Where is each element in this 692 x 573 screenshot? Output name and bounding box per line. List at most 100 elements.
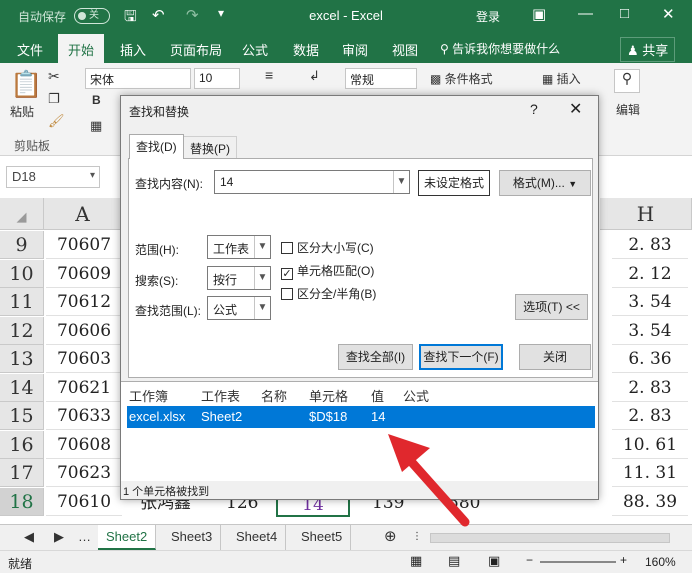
cell-h[interactable]: 6. 36 — [612, 345, 688, 373]
undo-icon[interactable]: ↶ — [152, 6, 165, 24]
row-header[interactable]: 11 — [0, 288, 44, 316]
row-header[interactable]: 16 — [0, 431, 44, 459]
result-header-cell[interactable]: 单元格 — [309, 386, 348, 405]
tab-page-layout[interactable]: 页面布局 — [170, 40, 222, 59]
look-in-select[interactable]: 公式 ▼ — [207, 296, 271, 320]
font-name-select[interactable]: 宋体 — [85, 68, 191, 89]
format-painter-icon[interactable]: 🖌 — [48, 113, 65, 129]
bold-icon[interactable]: B — [92, 93, 101, 107]
edit-group-button[interactable]: 编辑 — [616, 101, 640, 118]
zoom-in-icon[interactable]: + — [620, 553, 627, 567]
match-byte-checkbox[interactable]: 区分全/半角(B) — [281, 285, 376, 302]
result-header-value[interactable]: 值 — [371, 386, 384, 405]
scroll-right-icon[interactable]: ▶ — [46, 525, 72, 550]
cell-a[interactable]: 70612 — [46, 288, 122, 316]
sheet-tab-sheet2[interactable]: Sheet2 — [98, 525, 157, 550]
cell-h[interactable]: 2. 83 — [612, 374, 688, 402]
tab-find[interactable]: 查找(D) — [129, 134, 184, 159]
more-options-icon[interactable]: ⋮ — [404, 525, 430, 550]
scroll-left-icon[interactable]: ◀ — [16, 525, 42, 550]
cell-a[interactable]: 70608 — [46, 431, 122, 459]
insert-cells-button[interactable]: ▦ 插入 — [542, 70, 581, 87]
tell-me-search[interactable]: ⚲ 告诉我你想要做什么 — [440, 40, 560, 57]
cell-h[interactable]: 2. 12 — [612, 260, 688, 288]
close-window-icon[interactable]: ✕ — [662, 5, 675, 23]
match-entire-cell-checkbox[interactable]: ✓ 单元格匹配(O) — [281, 262, 374, 280]
row-header[interactable]: 17 — [0, 459, 44, 487]
horizontal-scrollbar[interactable] — [430, 533, 670, 543]
column-header-a[interactable]: A — [44, 198, 122, 230]
customize-quick-access-icon[interactable]: ▾ — [218, 6, 224, 20]
within-select[interactable]: 工作表 ▼ — [207, 235, 271, 259]
paste-button[interactable]: 粘贴 — [10, 103, 34, 120]
select-all-corner[interactable]: ◢ — [0, 198, 44, 230]
cell-a[interactable]: 70606 — [46, 317, 122, 345]
tab-data[interactable]: 数据 — [293, 40, 319, 59]
sheet-tab-sheet5[interactable]: Sheet5 — [293, 525, 352, 550]
save-icon[interactable]: 🖫 — [124, 6, 137, 31]
cell-a[interactable]: 70621 — [46, 374, 122, 402]
close-icon[interactable]: ✕ — [569, 99, 582, 119]
result-header-name[interactable]: 名称 — [261, 386, 287, 405]
tab-view[interactable]: 视图 — [392, 40, 418, 59]
name-box[interactable]: D18 ▾ — [6, 166, 100, 188]
cell-a[interactable]: 70609 — [46, 260, 122, 288]
font-size-select[interactable]: 10 — [194, 68, 240, 89]
format-button[interactable]: 格式(M)... ▼ — [499, 170, 591, 196]
row-header[interactable]: 10 — [0, 260, 44, 288]
autosave-toggle[interactable]: 关 — [74, 8, 110, 24]
zoom-slider[interactable] — [540, 561, 616, 563]
ribbon-display-icon[interactable]: ▣ — [532, 5, 546, 23]
result-header-workbook[interactable]: 工作簿 — [129, 386, 168, 405]
search-select[interactable]: 按行 ▼ — [207, 266, 271, 290]
login-link[interactable]: 登录 — [476, 8, 500, 25]
wrap-text-icon[interactable]: ↲ — [309, 68, 320, 84]
search-icon[interactable]: ⚲ — [614, 69, 640, 93]
tab-insert[interactable]: 插入 — [120, 40, 146, 59]
paste-icon[interactable]: 📋 — [10, 69, 42, 100]
zoom-out-icon[interactable]: − — [526, 553, 533, 567]
result-row[interactable]: excel.xlsx Sheet2 $D$18 14 — [127, 406, 595, 428]
page-break-view-icon[interactable]: ▣ — [488, 553, 500, 569]
redo-icon[interactable]: ↷ — [186, 6, 199, 24]
row-header[interactable]: 14 — [0, 374, 44, 402]
cell-a[interactable]: 70623 — [46, 459, 122, 487]
add-sheet-icon[interactable]: ⊕ — [376, 525, 405, 550]
column-header-h[interactable]: H — [600, 198, 692, 230]
maximize-icon[interactable]: □ — [620, 5, 629, 22]
cell-a[interactable]: 70607 — [46, 231, 122, 259]
options-button[interactable]: 选项(T) << — [515, 294, 588, 320]
cell-h[interactable]: 10. 61 — [612, 431, 688, 459]
results-list[interactable]: 工作簿 工作表 名称 单元格 值 公式 excel.xlsx Sheet2 $D… — [121, 381, 598, 481]
normal-view-icon[interactable]: ▦ — [410, 553, 422, 569]
more-sheets-icon[interactable]: … — [70, 525, 99, 550]
align-top-icon[interactable]: ≡ — [265, 67, 273, 83]
zoom-level[interactable]: 160% — [645, 555, 676, 569]
cell-h[interactable]: 88. 39 — [612, 488, 688, 516]
row-header[interactable]: 13 — [0, 345, 44, 373]
help-button[interactable]: ? — [530, 101, 538, 117]
cell-h[interactable]: 2. 83 — [612, 231, 688, 259]
result-header-formula[interactable]: 公式 — [403, 386, 429, 405]
row-header[interactable]: 15 — [0, 402, 44, 430]
share-button[interactable]: ♟ 共享 — [620, 37, 676, 62]
find-what-input[interactable]: 14 ▼ — [214, 170, 410, 194]
sheet-tab-sheet3[interactable]: Sheet3 — [163, 525, 222, 550]
cell-h[interactable]: 11. 31 — [612, 459, 688, 487]
row-header[interactable]: 9 — [0, 231, 44, 259]
conditional-format-button[interactable]: ▩ 条件格式 — [430, 70, 493, 87]
match-case-checkbox[interactable]: 区分大小写(C) — [281, 239, 374, 256]
tab-file[interactable]: 文件 — [17, 40, 43, 59]
cell-h[interactable]: 3. 54 — [612, 288, 688, 316]
row-header[interactable]: 12 — [0, 317, 44, 345]
row-header[interactable]: 18 — [0, 488, 44, 516]
cell-h[interactable]: 2. 83 — [612, 402, 688, 430]
find-all-button[interactable]: 查找全部(I) — [338, 344, 413, 370]
cut-icon[interactable]: ✂ — [48, 68, 60, 85]
copy-icon[interactable]: ❐ — [48, 91, 60, 107]
tab-formulas[interactable]: 公式 — [242, 40, 268, 59]
cell-a[interactable]: 70610 — [46, 488, 122, 516]
close-button[interactable]: 关闭 — [519, 344, 591, 370]
number-format-select[interactable]: 常规 — [345, 68, 417, 89]
find-next-button[interactable]: 查找下一个(F) — [419, 344, 503, 370]
